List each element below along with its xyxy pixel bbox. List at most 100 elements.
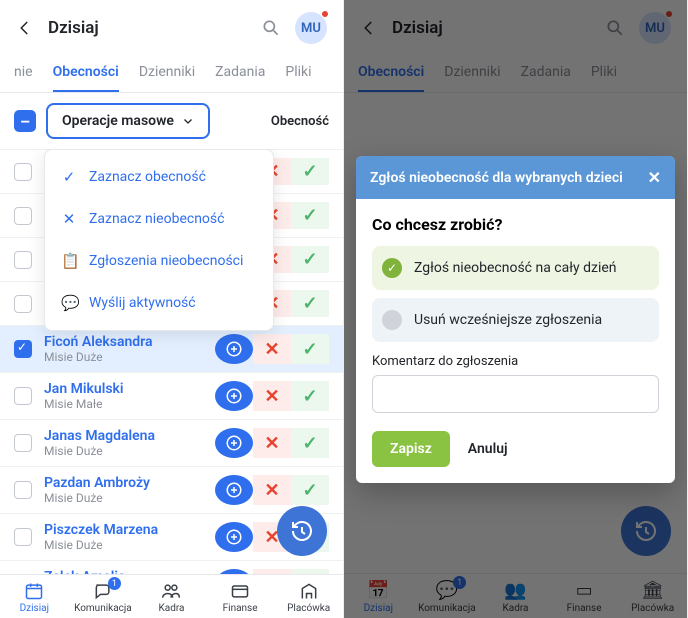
wallet-icon: ▭ — [576, 580, 593, 601]
row-checkbox[interactable] — [14, 251, 32, 269]
row-checkbox[interactable] — [14, 434, 32, 452]
nav-facility[interactable]: Placówka — [274, 581, 343, 614]
chat-icon: 1 — [93, 581, 113, 601]
present-icon[interactable]: ✓ — [291, 428, 329, 458]
chat-icon: 💬1 — [436, 580, 458, 601]
absent-icon[interactable]: ✕ — [253, 475, 291, 505]
mass-operations-button[interactable]: Operacje masowe — [46, 103, 210, 139]
avatar[interactable]: MU — [295, 12, 327, 44]
absent-icon[interactable]: ✕ — [253, 381, 291, 411]
dd-mark-absent[interactable]: ✕Zaznacz nieobecność — [45, 198, 273, 240]
select-all-checkbox[interactable]: – — [14, 110, 36, 132]
present-icon[interactable]: ✓ — [291, 158, 329, 185]
check-icon: ✓ — [382, 258, 402, 278]
top-tabs: Obecności Dzienniki Zadania Pliki — [344, 56, 687, 93]
calendar-icon: 📅 — [367, 580, 389, 601]
mass-operations-dropdown: ✓Zaznacz obecność ✕Zaznacz nieobecność 📋… — [44, 149, 274, 331]
left-pane: Dzisiaj MU nie Obecności Dzienniki Zadan… — [0, 0, 344, 618]
child-group: Misie Duże — [44, 538, 215, 552]
nav-today[interactable]: Dzisiaj — [0, 581, 69, 614]
modal-header: Zgłoś nieobecność dla wybranych dzieci ✕ — [356, 156, 675, 199]
child-name: Pazdan Ambroży — [44, 475, 215, 491]
present-icon[interactable]: ✓ — [291, 246, 329, 273]
table-row[interactable]: Ficoń AleksandraMisie Duże✕✓ — [0, 325, 343, 372]
dd-absence-reports[interactable]: 📋Zgłoszenia nieobecności — [45, 240, 273, 282]
row-checkbox[interactable] — [14, 340, 32, 358]
add-note-icon[interactable] — [215, 381, 253, 411]
table-row[interactable]: Janas MagdalenaMisie Duże✕✓ — [0, 419, 343, 466]
radio-icon — [382, 310, 402, 330]
dd-send-activity[interactable]: 💬Wyślij aktywność — [45, 282, 273, 324]
nav-staff[interactable]: Kadra — [137, 581, 206, 614]
tab-files[interactable]: Pliki — [285, 56, 311, 92]
present-icon[interactable]: ✓ — [291, 334, 329, 364]
search-icon[interactable] — [261, 18, 281, 38]
tab-tasks[interactable]: Zadania — [521, 56, 571, 92]
building-icon — [299, 581, 319, 601]
row-checkbox[interactable] — [14, 207, 32, 225]
cancel-button[interactable]: Anuluj — [468, 441, 508, 457]
modal-title: Zgłoś nieobecność dla wybranych dzieci — [370, 170, 623, 186]
tab-journals[interactable]: Dzienniki — [444, 56, 500, 92]
tab-attendance[interactable]: Obecności — [358, 56, 424, 92]
bottom-nav: 📅Dzisiaj 💬1Komunikacja 👥Kadra ▭Finanse 🏛… — [344, 573, 687, 618]
notification-dot — [321, 10, 329, 18]
tab-journals[interactable]: Dzienniki — [139, 56, 195, 92]
row-checkbox[interactable] — [14, 163, 32, 181]
dd-mark-present[interactable]: ✓Zaznacz obecność — [45, 156, 273, 198]
people-icon: 👥 — [504, 580, 526, 601]
child-name: Jan Mikulski — [44, 381, 215, 397]
absent-icon[interactable]: ✕ — [253, 428, 291, 458]
child-group: Misie Duże — [44, 444, 215, 458]
nav-today[interactable]: 📅Dzisiaj — [344, 580, 413, 614]
nav-facility[interactable]: 🏛Placówka — [618, 580, 687, 614]
option-remove-reports[interactable]: Usuń wcześniejsze zgłoszenia — [372, 298, 659, 342]
tab-cut[interactable]: nie — [14, 56, 33, 92]
row-checkbox[interactable] — [14, 295, 32, 313]
table-row[interactable]: Zelek AmeliaMisie Małe✕✓ — [0, 560, 343, 574]
absent-icon[interactable]: ✕ — [253, 334, 291, 364]
ops-row: – Operacje masowe Obecność — [0, 93, 343, 149]
tab-tasks[interactable]: Zadania — [215, 56, 265, 92]
top-tabs: nie Obecności Dzienniki Zadania Pliki — [0, 56, 343, 93]
present-icon[interactable]: ✓ — [291, 290, 329, 317]
present-icon[interactable]: ✓ — [291, 475, 329, 505]
history-fab[interactable] — [277, 506, 327, 556]
check-icon: ✓ — [61, 168, 77, 186]
badge: 1 — [108, 577, 121, 590]
close-icon[interactable]: ✕ — [648, 168, 661, 187]
calendar-icon — [24, 581, 44, 601]
bottom-nav: Dzisiaj 1Komunikacja Kadra Finanse Placó… — [0, 574, 343, 618]
child-group: Misie Małe — [44, 397, 215, 411]
save-button[interactable]: Zapisz — [372, 431, 450, 467]
search-icon[interactable] — [605, 18, 625, 38]
nav-finance[interactable]: ▭Finanse — [550, 580, 619, 614]
row-checkbox[interactable] — [14, 481, 32, 499]
tab-files[interactable]: Pliki — [591, 56, 617, 92]
child-name: Ficoń Aleksandra — [44, 334, 215, 350]
add-note-icon[interactable] — [215, 522, 253, 552]
table-row[interactable]: Jan MikulskiMisie Małe ✕✓ — [0, 372, 343, 419]
table-row[interactable]: Pazdan AmbrożyMisie Duże✕✓ — [0, 466, 343, 513]
nav-comms[interactable]: 💬1Komunikacja — [413, 580, 482, 614]
back-icon[interactable] — [360, 19, 378, 37]
row-checkbox[interactable] — [14, 528, 32, 546]
x-icon: ✕ — [61, 210, 77, 228]
present-icon[interactable]: ✓ — [291, 381, 329, 411]
nav-comms[interactable]: 1Komunikacja — [69, 581, 138, 614]
nav-staff[interactable]: 👥Kadra — [481, 580, 550, 614]
back-icon[interactable] — [16, 19, 34, 37]
row-checkbox[interactable] — [14, 387, 32, 405]
option-full-day[interactable]: ✓Zgłoś nieobecność na cały dzień — [372, 246, 659, 290]
tab-attendance[interactable]: Obecności — [53, 56, 119, 92]
comment-label: Komentarz do zgłoszenia — [372, 354, 659, 369]
nav-finance[interactable]: Finanse — [206, 581, 275, 614]
add-note-icon[interactable] — [215, 475, 253, 505]
avatar[interactable]: MU — [639, 12, 671, 44]
add-note-icon[interactable] — [215, 334, 253, 364]
add-note-icon[interactable] — [215, 428, 253, 458]
present-icon[interactable]: ✓ — [291, 202, 329, 229]
comment-input[interactable] — [372, 375, 659, 413]
history-fab[interactable] — [621, 506, 671, 556]
modal-question: Co chcesz zrobić? — [372, 215, 659, 234]
